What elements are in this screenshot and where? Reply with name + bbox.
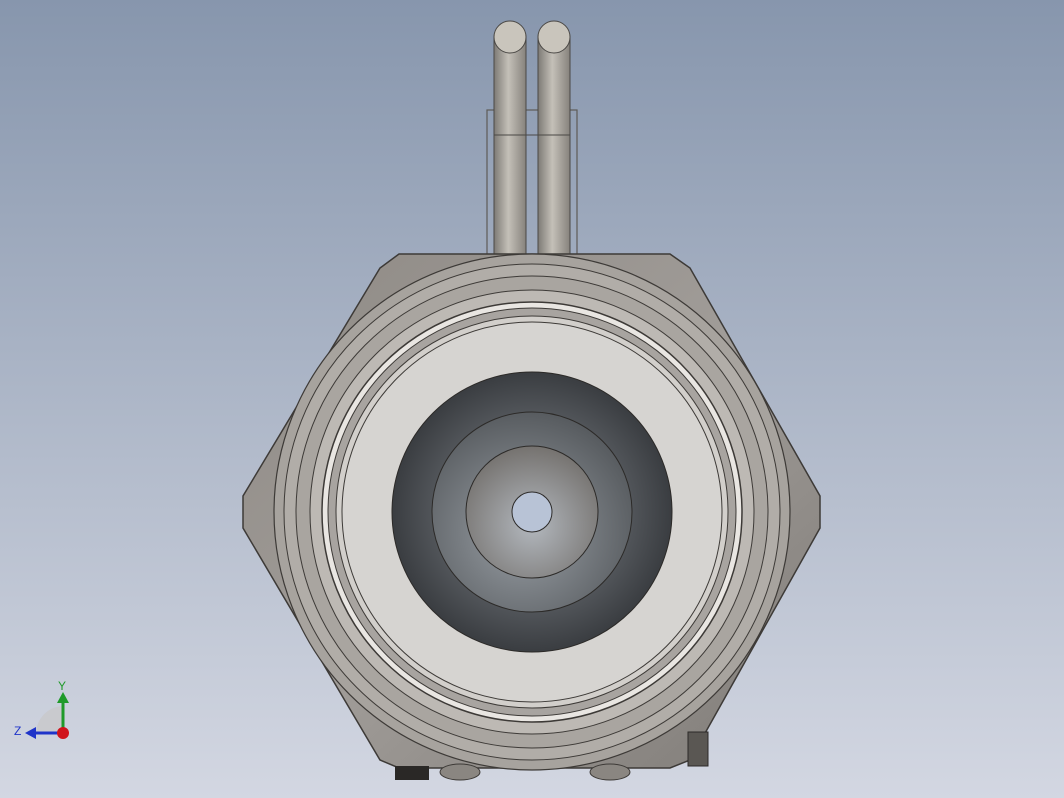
triad-x-axis-dot	[57, 727, 69, 739]
cad-graphics-viewport[interactable]: Y Z	[0, 0, 1064, 798]
pin-right-cap	[537, 20, 571, 54]
pin-left	[493, 35, 527, 261]
triad-z-label: Z	[14, 724, 21, 738]
triad-y-label: Y	[58, 679, 66, 693]
center-hole[interactable]	[511, 491, 553, 533]
pin-right	[537, 35, 571, 261]
pin-left-cap	[493, 20, 527, 54]
